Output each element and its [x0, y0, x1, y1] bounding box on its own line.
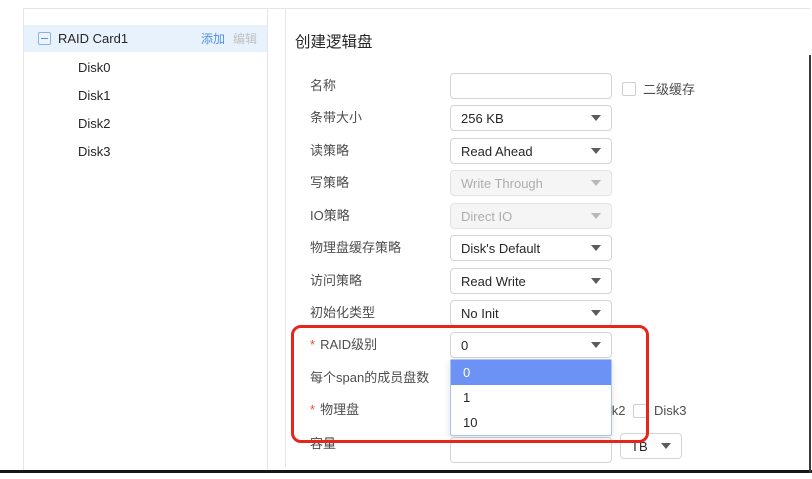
sidebar-item-disk3[interactable]: Disk3: [24, 137, 267, 165]
raid-level-option-1[interactable]: 1: [451, 385, 611, 410]
sidebar-item-disk0[interactable]: Disk0: [24, 53, 267, 81]
panel-top-border: [23, 8, 810, 9]
access-policy-select[interactable]: Read Write: [450, 268, 612, 294]
disk3-checkbox-label: Disk3: [654, 403, 687, 418]
chevron-down-icon: [591, 115, 601, 121]
raid-config-screen: RAID Card1 添加 编辑 Disk0 Disk1 Disk2 Disk3…: [0, 0, 812, 479]
sidebar-divider: [267, 8, 268, 470]
secondary-cache-label: 二级缓存: [643, 79, 695, 98]
sidebar-item-disk2[interactable]: Disk2: [24, 109, 267, 137]
init-type-label: 初始化类型: [310, 300, 375, 326]
chevron-down-icon: [661, 443, 671, 449]
init-type-value: No Init: [461, 306, 591, 321]
secondary-cache-option: 二级缓存: [622, 79, 695, 98]
io-policy-select: Direct IO: [450, 203, 612, 229]
sidebar-item-disk1[interactable]: Disk1: [24, 81, 267, 109]
raid-level-option-0[interactable]: 0: [451, 360, 611, 385]
raid-level-value: 0: [461, 338, 591, 353]
write-policy-label: 写策略: [310, 170, 349, 196]
read-policy-select[interactable]: Read Ahead: [450, 138, 612, 164]
chevron-down-icon: [591, 245, 601, 251]
disk-cache-policy-value: Disk's Default: [461, 241, 591, 256]
collapse-minus-icon[interactable]: [38, 32, 51, 45]
raid-card-label: RAID Card1: [58, 31, 128, 46]
secondary-cache-checkbox[interactable]: [622, 82, 636, 96]
sidebar-item-raid-card[interactable]: RAID Card1 添加 编辑: [24, 25, 267, 52]
raid-level-label: * RAID级别: [310, 332, 377, 358]
capacity-unit-value: TB: [631, 439, 661, 454]
disk3-checkbox[interactable]: [633, 404, 647, 418]
name-input[interactable]: [450, 73, 612, 99]
main-panel-left-border: [285, 8, 286, 467]
read-policy-label: 读策略: [310, 138, 349, 164]
screenshot-bottom-frame: [0, 470, 812, 473]
io-policy-value: Direct IO: [461, 209, 591, 224]
stripe-size-value: 256 KB: [461, 111, 591, 126]
io-policy-label: IO策略: [310, 203, 350, 229]
chevron-down-icon: [591, 213, 601, 219]
raid-level-dropdown: 0 1 10: [450, 359, 612, 436]
raid-level-label-text: RAID级别: [320, 337, 377, 352]
chevron-down-icon: [591, 148, 601, 154]
add-link[interactable]: 添加: [201, 30, 225, 47]
write-policy-value: Write Through: [461, 176, 591, 191]
stripe-size-select[interactable]: 256 KB: [450, 105, 612, 131]
capacity-input[interactable]: [450, 437, 612, 463]
raid-level-select[interactable]: 0: [450, 332, 612, 358]
chevron-down-icon: [591, 310, 601, 316]
read-policy-value: Read Ahead: [461, 144, 591, 159]
raid-level-option-10[interactable]: 10: [451, 410, 611, 435]
chevron-down-icon: [591, 342, 601, 348]
init-type-select[interactable]: No Init: [450, 300, 612, 326]
chevron-down-icon: [591, 278, 601, 284]
capacity-unit-select[interactable]: TB: [620, 433, 682, 459]
edit-link[interactable]: 编辑: [233, 30, 257, 47]
chevron-down-icon: [591, 180, 601, 186]
name-label: 名称: [310, 73, 336, 99]
raid-card-actions: 添加 编辑: [201, 30, 257, 47]
capacity-label: 容量: [310, 431, 336, 457]
disk3-option: Disk3: [633, 403, 687, 418]
disk-cache-policy-select[interactable]: Disk's Default: [450, 235, 612, 261]
screenshot-right-frame: [809, 55, 811, 473]
stripe-size-label: 条带大小: [310, 105, 362, 131]
physical-disks-label: * 物理盘: [310, 397, 359, 423]
required-asterisk: *: [310, 337, 315, 352]
page-title: 创建逻辑盘: [295, 30, 373, 52]
write-policy-select: Write Through: [450, 170, 612, 196]
disk-cache-policy-label: 物理盘缓存策略: [310, 235, 401, 261]
access-policy-label: 访问策略: [310, 268, 362, 294]
access-policy-value: Read Write: [461, 274, 591, 289]
span-members-label: 每个span的成员盘数: [310, 365, 429, 391]
physical-disks-label-text: 物理盘: [320, 402, 359, 417]
required-asterisk: *: [310, 402, 315, 417]
minus-glyph: [41, 38, 48, 39]
